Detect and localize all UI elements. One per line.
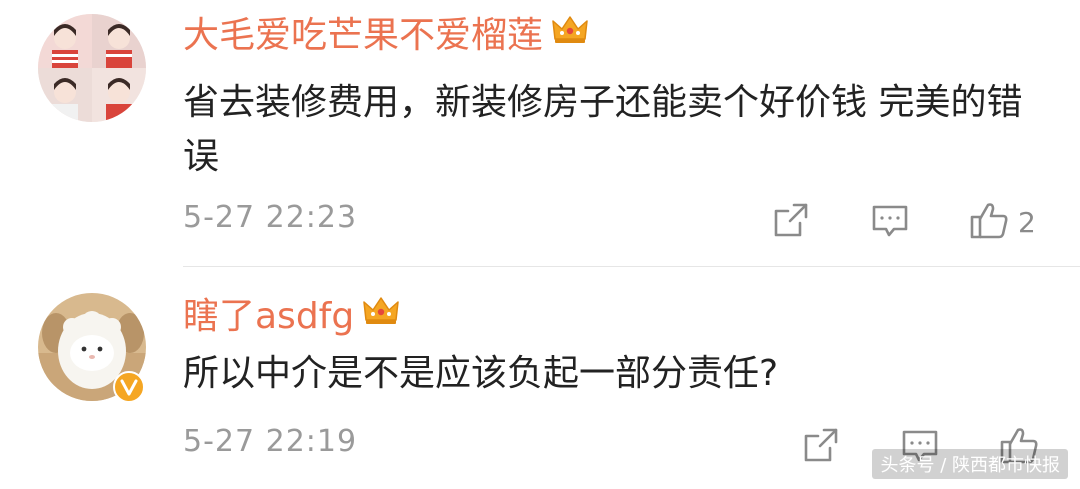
verified-v-icon xyxy=(113,371,145,403)
comment-text: 所以中介是不是应该负起一部分责任? xyxy=(183,353,779,394)
timestamp: 5-27 22:23 xyxy=(183,200,358,235)
comment-item: 大毛爱吃芒果不爱榴莲 省去装修费用，新装修房子还能卖个好价钱 完美的错误 5-2… xyxy=(0,0,1080,266)
comment-icon xyxy=(870,201,910,245)
like-count: 2 xyxy=(1018,205,1036,239)
share-icon xyxy=(772,201,810,243)
thumbs-up-icon xyxy=(968,199,1010,245)
crown-icon xyxy=(362,293,400,337)
share-button[interactable] xyxy=(772,201,810,243)
username-text[interactable]: 大毛爱吃芒果不爱榴莲 xyxy=(183,15,543,56)
username[interactable]: 大毛爱吃芒果不爱榴莲 xyxy=(183,14,589,58)
share-icon xyxy=(802,426,840,468)
comment-button[interactable] xyxy=(870,201,910,245)
crown-icon xyxy=(551,12,589,56)
avatar[interactable] xyxy=(38,14,146,122)
username-text[interactable]: 瞎了asdfg xyxy=(183,296,354,337)
timestamp: 5-27 22:19 xyxy=(183,424,358,459)
comment-text: 省去装修费用，新装修房子还能卖个好价钱 完美的错误 xyxy=(183,82,1023,177)
username[interactable]: 瞎了asdfg xyxy=(183,295,400,339)
like-button[interactable]: 2 xyxy=(968,199,1036,245)
watermark: 头条号 / 陕西都市快报 xyxy=(872,449,1068,479)
share-button[interactable] xyxy=(802,426,840,468)
avatar-image xyxy=(38,14,146,122)
